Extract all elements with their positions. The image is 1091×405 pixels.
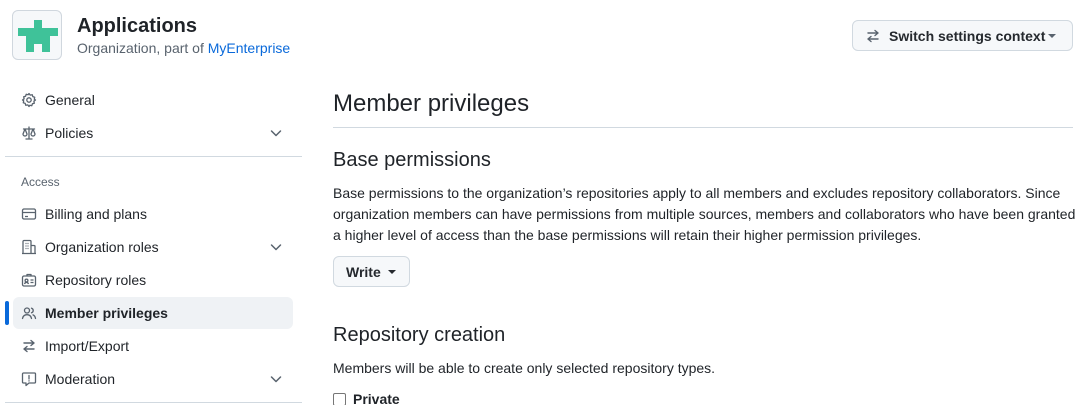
sidebar-item-billing[interactable]: Billing and plans [13, 198, 293, 230]
sidebar-item-import-export[interactable]: Import/Export [13, 330, 293, 362]
organization-icon [21, 239, 37, 255]
sidebar-item-general[interactable]: General [13, 84, 293, 116]
arrow-switch-icon [865, 28, 881, 44]
base-permission-value: Write [346, 263, 381, 280]
chevron-down-icon[interactable] [269, 240, 283, 254]
chevron-down-icon[interactable] [269, 126, 283, 140]
sidebar-item-label: Organization roles [45, 239, 159, 255]
caret-down-icon [1048, 34, 1056, 38]
people-icon [21, 305, 37, 321]
base-permissions-heading: Base permissions [333, 149, 491, 171]
sidebar-group-title-access: Access [21, 175, 60, 189]
sidebar-item-label: Import/Export [45, 338, 130, 354]
chevron-down-icon[interactable] [269, 372, 283, 386]
repository-creation-description: Members will be able to create only sele… [333, 360, 716, 376]
sidebar-divider [5, 156, 302, 157]
switch-settings-context-label: Switch settings context [889, 27, 1046, 44]
sidebar-item-policies[interactable]: Policies [13, 117, 293, 149]
credit-card-icon [21, 206, 37, 222]
base-permissions-description: Base permissions to the organization’s r… [333, 185, 1076, 243]
sidebar-item-label: Repository roles [45, 272, 147, 288]
sidebar-item-label: Billing and plans [45, 206, 147, 222]
org-subtitle-text: Organization, part of [77, 40, 204, 56]
arrow-switch-icon [21, 338, 37, 354]
private-checkbox[interactable] [333, 392, 346, 405]
report-icon [21, 371, 37, 387]
active-indicator [5, 301, 9, 325]
base-permission-select[interactable]: Write [333, 256, 410, 287]
enterprise-link[interactable]: MyEnterprise [208, 40, 290, 56]
gear-icon [21, 92, 37, 108]
sidebar-item-label: Member privileges [45, 305, 168, 321]
law-icon [21, 125, 37, 141]
org-name: Applications [77, 15, 198, 37]
repository-creation-heading: Repository creation [333, 324, 506, 346]
private-repo-option[interactable]: Private [333, 391, 400, 405]
page-title-divider [333, 127, 1073, 128]
org-avatar[interactable] [12, 10, 62, 60]
caret-down-icon [388, 270, 396, 274]
sidebar-item-repository-roles[interactable]: Repository roles [13, 264, 293, 296]
sidebar-item-label: Moderation [45, 371, 116, 387]
page-title: Member privileges [333, 90, 530, 117]
sidebar-item-label: General [45, 92, 95, 108]
switch-settings-context-button[interactable]: Switch settings context [852, 20, 1073, 51]
org-subtitle: Organization, part of MyEnterprise [77, 40, 290, 56]
sidebar-divider [5, 402, 302, 403]
settings-header: Applications Organization, part of MyEnt… [0, 0, 1091, 70]
private-checkbox-label[interactable]: Private [353, 391, 400, 405]
sidebar-item-label: Policies [45, 125, 94, 141]
org-identicon [18, 20, 58, 52]
sidebar-item-organization-roles[interactable]: Organization roles [13, 231, 293, 263]
sidebar-item-moderation[interactable]: Moderation [13, 363, 293, 395]
id-badge-icon [21, 272, 37, 288]
sidebar-item-member-privileges[interactable]: Member privileges [13, 297, 293, 329]
